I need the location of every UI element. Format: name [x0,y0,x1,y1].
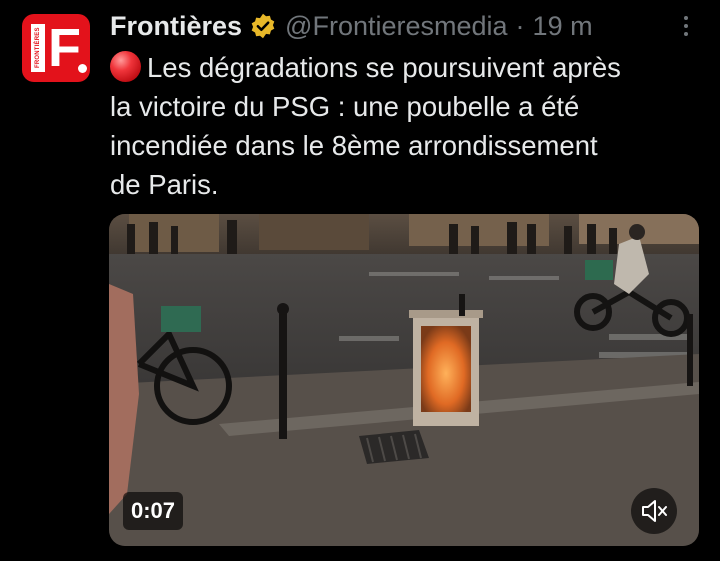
avatar-dot [78,64,87,73]
red-circle-icon [110,51,141,82]
video-player[interactable]: 0:07 [109,214,699,546]
handle[interactable]: @Frontieresmedia [285,11,508,42]
separator-dot: · [515,10,525,41]
tweet-line-1: Les dégradations se poursuivent après [110,48,710,87]
tweet-text: Les dégradations se poursuivent après la… [110,48,710,204]
video-duration: 0:07 [123,492,184,530]
tweet[interactable]: FRONTIÈRES F Frontières @Frontieresmedia… [0,0,720,561]
tweet-line-3: incendiée dans le 8ème arrondissement [110,130,598,161]
avatar-letter: F [48,18,81,78]
more-options-icon[interactable] [676,16,696,38]
tweet-line-4: de Paris. [110,169,219,200]
volume-muted-icon[interactable] [631,488,677,534]
avatar[interactable]: FRONTIÈRES F [22,14,90,82]
timestamp[interactable]: 19 m [533,11,593,42]
verified-badge-icon[interactable] [249,12,277,40]
avatar-vertical-text: FRONTIÈRES [31,24,45,72]
video-frame [109,214,699,546]
tweet-line-2: la victoire du PSG : une poubelle a été [110,91,580,122]
tweet-header: Frontières @Frontieresmedia · 19 m [110,8,593,44]
display-name[interactable]: Frontières [110,11,242,42]
